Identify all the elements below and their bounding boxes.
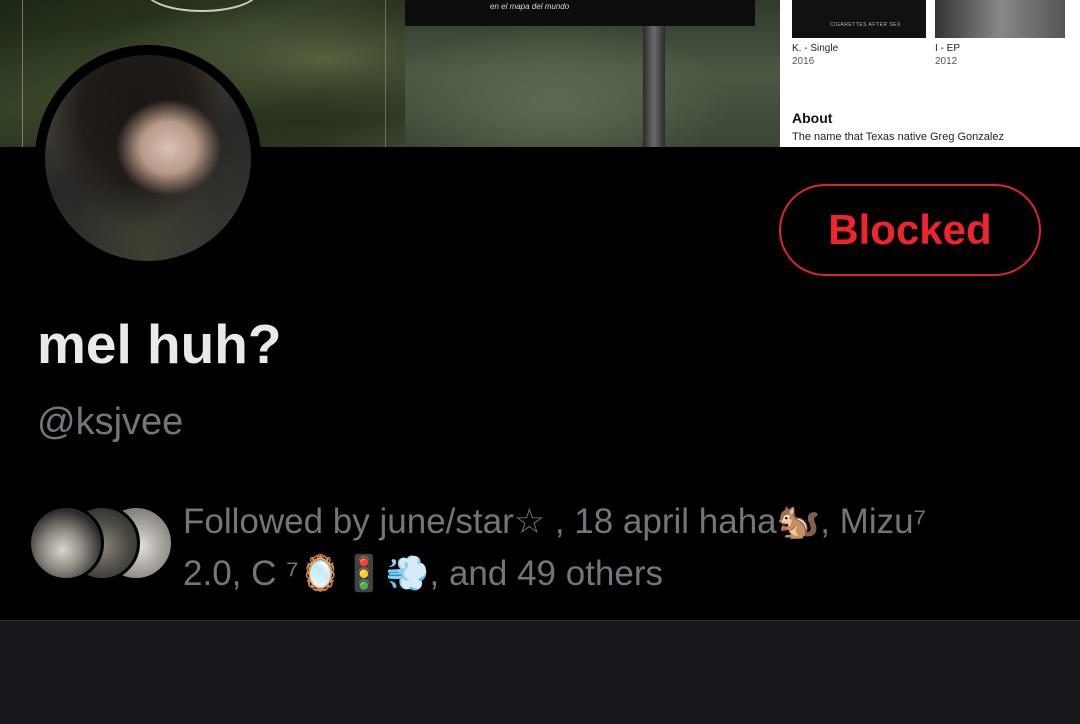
blocked-button[interactable]: Blocked (779, 184, 1041, 276)
followed-by-line: Followed by june/star☆ , 18 april haha🐿️… (183, 502, 927, 541)
banner-caption: en el mapa del mundo (490, 2, 570, 11)
album-thumb-k: CIGARETTES AFTER SEX (792, 0, 926, 38)
followers-you-know-facepile[interactable] (28, 505, 174, 583)
follower-avatar (28, 505, 104, 581)
followed-by-line: 2.0, C ⁷🪞🚦💨, and 49 others (183, 554, 664, 593)
album-thumb-caption: CIGARETTES AFTER SEX (830, 22, 901, 28)
banner-album-panel: CIGARETTES AFTER SEX K. - Single 2016 I … (780, 0, 1080, 147)
album-title: I - EP (935, 43, 961, 54)
bottom-empty-area (0, 621, 1080, 724)
about-heading: About (792, 110, 833, 126)
album-title: K. - Single (792, 43, 839, 54)
avatar-photo (45, 55, 251, 261)
album-thumb-i (935, 0, 1065, 38)
about-text: The name that Texas native Greg Gonzalez (792, 131, 1004, 143)
album-entry: I - EP 2012 (935, 42, 960, 68)
profile-avatar[interactable] (35, 45, 261, 271)
banner-window-panel: en el mapa del mundo (405, 0, 780, 147)
display-name: mel huh? (37, 313, 282, 375)
banner-arc-shape (145, 0, 259, 12)
banner-caption-bar: en el mapa del mundo (405, 0, 755, 26)
banner-frame-line (22, 0, 23, 147)
banner-window-frame (643, 26, 665, 147)
album-entry: K. - Single 2016 (792, 42, 838, 68)
followed-by-text[interactable]: Followed by june/star☆ , 18 april haha🐿️… (183, 496, 1063, 600)
album-year: 2012 (935, 56, 958, 67)
banner-frame-line (385, 0, 386, 147)
album-year: 2016 (792, 56, 815, 67)
user-handle: @ksjvee (37, 401, 184, 443)
